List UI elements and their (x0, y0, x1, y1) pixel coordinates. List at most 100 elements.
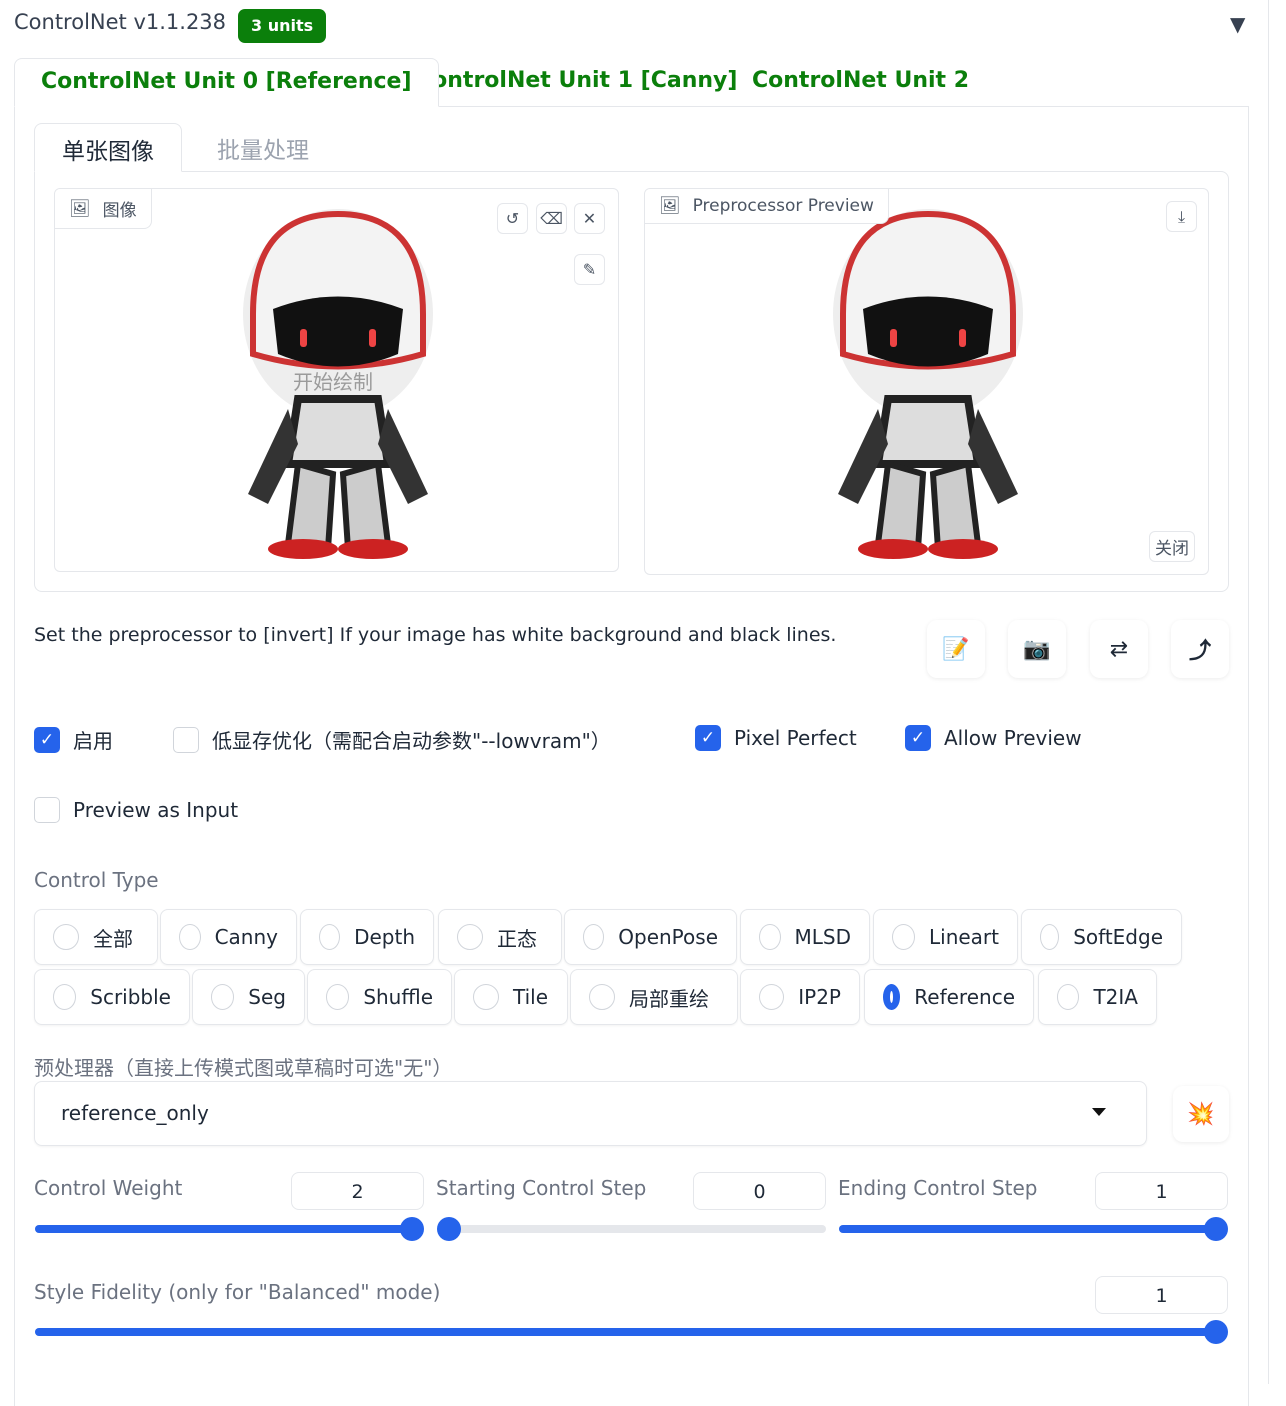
brush-icon[interactable]: ✎ (574, 254, 605, 285)
image-input-area[interactable]: 🖼 图像 开始绘制 ↺ ⌫ ✕ ✎ (54, 188, 619, 572)
divider (1268, 0, 1269, 1384)
slider-thumb[interactable] (1204, 1320, 1228, 1344)
slider-fill (35, 1225, 412, 1233)
radio-circle (211, 984, 235, 1010)
eraser-icon[interactable]: ⌫ (536, 203, 567, 234)
radio-circle (892, 924, 915, 950)
control-weight-slider[interactable] (35, 1217, 424, 1241)
slider-fill (839, 1225, 1216, 1233)
radio-circle (326, 984, 350, 1010)
camera-icon[interactable]: 📷 (1008, 620, 1066, 678)
style-fidelity-label: Style Fidelity (only for "Balanced" mode… (34, 1280, 441, 1304)
ending-step-input[interactable]: 1 (1095, 1172, 1228, 1210)
radio-label: MLSD (794, 925, 852, 949)
radio-canny[interactable]: Canny (160, 909, 297, 965)
radio-circle (583, 924, 605, 950)
chevron-down-icon (1092, 1108, 1106, 1116)
style-fidelity-slider[interactable] (35, 1320, 1228, 1344)
radio-全部[interactable]: 全部 (34, 909, 158, 965)
pixel-perfect-checkbox[interactable]: ✓ Pixel Perfect (695, 725, 857, 751)
units-badge: 3 units (238, 9, 327, 43)
radio-circle (759, 924, 781, 950)
radio-shuffle[interactable]: Shuffle (307, 969, 452, 1025)
radio-lineart[interactable]: Lineart (873, 909, 1018, 965)
ending-step-slider[interactable] (839, 1217, 1228, 1241)
radio-scribble[interactable]: Scribble (34, 969, 190, 1025)
radio-label: Reference (914, 985, 1015, 1009)
collapse-triangle-icon[interactable]: ▼ (1230, 12, 1245, 36)
radio-reference[interactable]: Reference (864, 969, 1034, 1025)
tab-unit-0[interactable]: ControlNet Unit 0 [Reference] (14, 58, 439, 107)
radio-label: Tile (513, 985, 549, 1009)
radio-openpose[interactable]: OpenPose (564, 909, 737, 965)
swap-icon[interactable]: ⇄ (1090, 620, 1148, 678)
radio-circle (53, 924, 79, 950)
radio-label: IP2P (798, 985, 841, 1009)
start-drawing-overlay[interactable]: 开始绘制 (293, 366, 373, 395)
radio-circle (457, 924, 483, 950)
radio-circle (319, 924, 341, 950)
close-preview-button[interactable]: 关闭 (1149, 531, 1195, 562)
radio-circle (1040, 924, 1060, 950)
send-dimensions-icon[interactable]: ⤴ (1171, 620, 1229, 678)
starting-step-label: Starting Control Step (436, 1176, 647, 1200)
radio-tile[interactable]: Tile (454, 969, 568, 1025)
slider-thumb[interactable] (437, 1217, 461, 1241)
hint-text: Set the preprocessor to [invert] If your… (34, 624, 837, 646)
allow-preview-checkbox[interactable]: ✓ Allow Preview (905, 725, 1082, 751)
radio-softedge[interactable]: SoftEdge (1021, 909, 1182, 965)
starting-step-slider[interactable] (437, 1217, 826, 1241)
preview-robot-image (828, 204, 1028, 564)
image-icon: 🖼 (659, 196, 681, 216)
radio-label: Shuffle (363, 985, 433, 1009)
radio-label: Scribble (90, 985, 171, 1009)
radio-depth[interactable]: Depth (300, 909, 434, 965)
slider-fill (35, 1328, 1216, 1336)
preprocessor-preview-area: 🖼 Preprocessor Preview ⤓ 关闭 (644, 188, 1209, 575)
preview-label: 🖼 Preprocessor Preview (645, 189, 889, 224)
edit-icon[interactable]: 📝 (927, 620, 985, 678)
starting-step-input[interactable]: 0 (693, 1172, 826, 1210)
slider-thumb[interactable] (400, 1217, 424, 1241)
radio-label: Depth (354, 925, 415, 949)
lowvram-checkbox[interactable]: 低显存优化（需配合启动参数"--lowvram"） (173, 725, 611, 754)
tab-unit-2[interactable]: ControlNet Unit 2 (726, 58, 995, 107)
radio-label: T2IA (1093, 985, 1138, 1009)
download-icon[interactable]: ⤓ (1166, 201, 1197, 232)
tab-unit-1[interactable]: ControlNet Unit 1 [Canny] (390, 58, 763, 107)
style-fidelity-input[interactable]: 1 (1095, 1276, 1228, 1314)
radio-circle (883, 984, 901, 1010)
image-label: 🖼 图像 (55, 189, 152, 229)
tab-batch[interactable]: 批量处理 (190, 123, 336, 172)
radio-t2ia[interactable]: T2IA (1038, 969, 1157, 1025)
run-preprocessor-icon[interactable]: 💥 (1173, 1086, 1229, 1142)
preprocessor-dropdown[interactable]: reference_only (34, 1081, 1147, 1146)
radio-label: Canny (214, 925, 278, 949)
preview-as-input-checkbox[interactable]: Preview as Input (34, 797, 238, 823)
accordion-title[interactable]: ControlNet v1.1.238 (14, 10, 226, 34)
radio-label: 全部 (93, 926, 133, 951)
control-type-label: Control Type (34, 868, 159, 892)
ending-step-label: Ending Control Step (838, 1176, 1038, 1200)
image-label-text: 图像 (102, 201, 137, 221)
radio-circle (473, 984, 499, 1010)
enable-checkbox[interactable]: ✓ 启用 (34, 725, 113, 754)
close-icon[interactable]: ✕ (574, 203, 605, 234)
radio-circle (179, 924, 201, 950)
radio-label: OpenPose (618, 925, 718, 949)
radio-ip2p[interactable]: IP2P (740, 969, 860, 1025)
radio-circle (1057, 984, 1080, 1010)
radio-局部重绘[interactable]: 局部重绘 (570, 969, 738, 1025)
tab-single-image[interactable]: 单张图像 (34, 123, 182, 172)
control-weight-input[interactable]: 2 (291, 1172, 424, 1210)
undo-icon[interactable]: ↺ (497, 203, 528, 234)
slider-thumb[interactable] (1204, 1217, 1228, 1241)
radio-mlsd[interactable]: MLSD (740, 909, 870, 965)
radio-label: Seg (248, 985, 286, 1009)
preprocessor-value: reference_only (61, 1101, 209, 1125)
image-icon: 🖼 (69, 198, 91, 219)
radio-label: 正态 (497, 926, 537, 951)
radio-正态[interactable]: 正态 (438, 909, 562, 965)
radio-seg[interactable]: Seg (192, 969, 305, 1025)
preprocessor-label: 预处理器（直接上传模式图或草稿时可选"无"） (34, 1056, 453, 1080)
